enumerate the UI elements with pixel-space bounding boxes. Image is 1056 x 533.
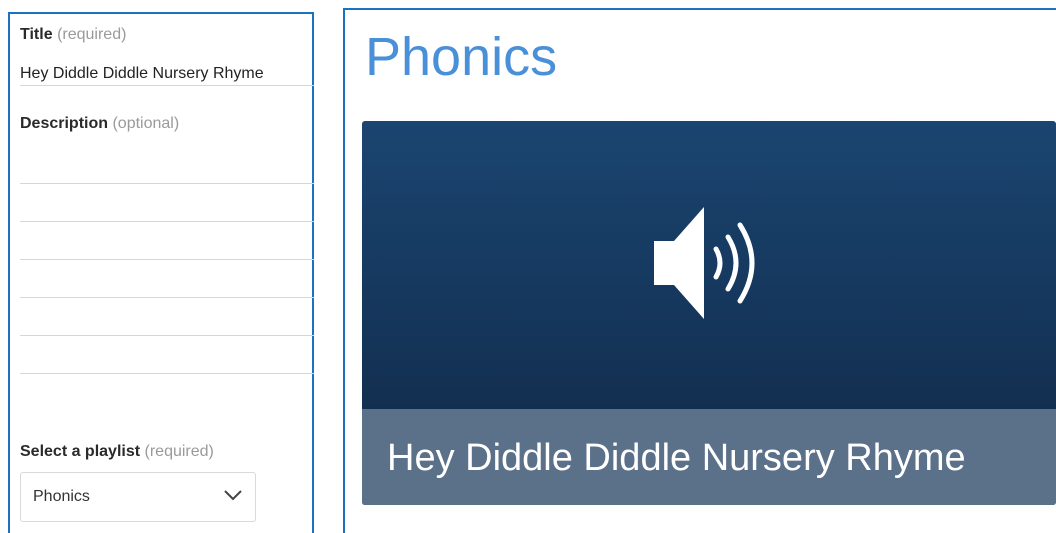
card-caption-bar: Hey Diddle Diddle Nursery Rhyme [362, 409, 1056, 505]
description-field-label: Description (optional) [20, 115, 179, 133]
description-textarea[interactable] [20, 146, 314, 376]
playlist-selected-value: Phonics [33, 488, 90, 505]
speaker-volume-icon [654, 207, 755, 319]
media-card[interactable]: Hey Diddle Diddle Nursery Rhyme [362, 121, 1056, 505]
description-label-text: Description [20, 115, 109, 132]
playlist-label-text: Select a playlist [20, 443, 141, 460]
title-required-hint: (required) [57, 26, 127, 43]
title-input[interactable] [20, 62, 314, 86]
description-rule-line [20, 221, 314, 222]
description-rule-line [20, 183, 314, 184]
title-label-text: Title [20, 26, 53, 43]
card-title: Hey Diddle Diddle Nursery Rhyme [387, 437, 966, 479]
preview-panel: Phonics Hey Diddle Diddle Nursery Rhyme [343, 8, 1056, 533]
description-rule-line [20, 373, 314, 374]
description-rule-line [20, 297, 314, 298]
playlist-heading: Phonics [365, 27, 558, 87]
playlist-select[interactable]: Phonics [20, 472, 256, 522]
media-form-panel: Title (required) Description (optional) … [8, 12, 314, 533]
description-rule-line [20, 259, 314, 260]
description-rule-line [20, 335, 314, 336]
playlist-required-hint: (required) [144, 443, 214, 460]
page: Title (required) Description (optional) … [0, 0, 1056, 533]
description-optional-hint: (optional) [112, 115, 180, 132]
playlist-field-label: Select a playlist (required) [20, 443, 214, 461]
title-field-label: Title (required) [20, 26, 126, 44]
chevron-down-icon [224, 490, 242, 501]
